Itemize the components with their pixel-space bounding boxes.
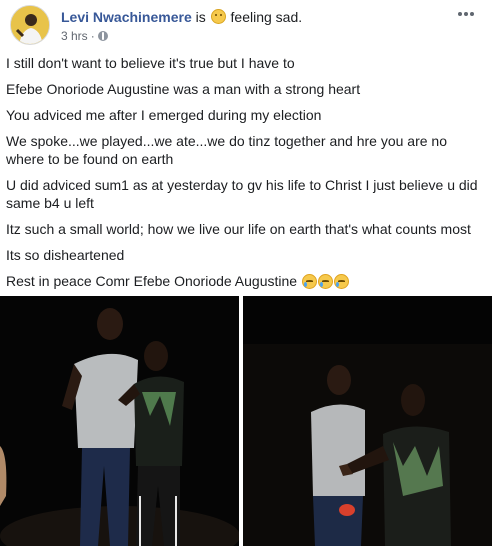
globe-icon[interactable] (97, 31, 108, 41)
post-paragraph: I still don't want to believe it's true … (6, 55, 295, 71)
post-paragraph: Itz such a small world; how we live our … (6, 221, 471, 237)
closing-paragraph: Rest in peace Comr Efebe Onoriode August… (6, 272, 486, 290)
two-men-photo-image (243, 296, 492, 546)
post-paragraph: U did adviced sum1 as at yesterday to gv… (6, 177, 478, 211)
post-paragraph: We spoke...we played...we ate...we do ti… (6, 133, 448, 167)
is-text: is (195, 9, 206, 25)
author-name-link[interactable]: Levi Nwachinemere (61, 9, 192, 25)
post-paragraph: You adviced me after I emerged during my… (6, 107, 322, 123)
author-line: Levi Nwachinemere is feeling sad. (61, 9, 302, 25)
post-photo-left[interactable] (0, 296, 239, 546)
post-header: Levi Nwachinemere is feeling sad. 3 hrs · (10, 5, 482, 47)
more-dot-icon (464, 12, 468, 16)
sad-face-emoji-icon (210, 9, 226, 24)
more-dot-icon (458, 12, 462, 16)
post-photo-right[interactable] (243, 296, 492, 546)
avatar-image (11, 6, 49, 44)
crying-face-emoji-icon (317, 274, 333, 289)
more-options-button[interactable] (456, 5, 476, 21)
post-meta: 3 hrs · (61, 29, 108, 43)
more-dot-icon (470, 12, 474, 16)
feeling-text: feeling sad. (230, 9, 303, 25)
crying-face-emoji-icon (301, 274, 317, 289)
closing-text: Rest in peace Comr Efebe Onoriode August… (6, 273, 298, 289)
author-avatar[interactable] (10, 5, 50, 45)
post-paragraph: Efebe Onoriode Augustine was a man with … (6, 81, 361, 97)
post-paragraph: Its so disheartened (6, 247, 125, 263)
crying-face-emoji-icon (333, 274, 349, 289)
post-timestamp[interactable]: 3 hrs (61, 29, 88, 43)
facebook-post: Levi Nwachinemere is feeling sad. 3 hrs ·… (0, 0, 492, 546)
post-body: I still don't want to believe it's true … (6, 54, 486, 298)
two-men-photo-image (0, 296, 239, 546)
meta-separator: · (90, 29, 95, 43)
